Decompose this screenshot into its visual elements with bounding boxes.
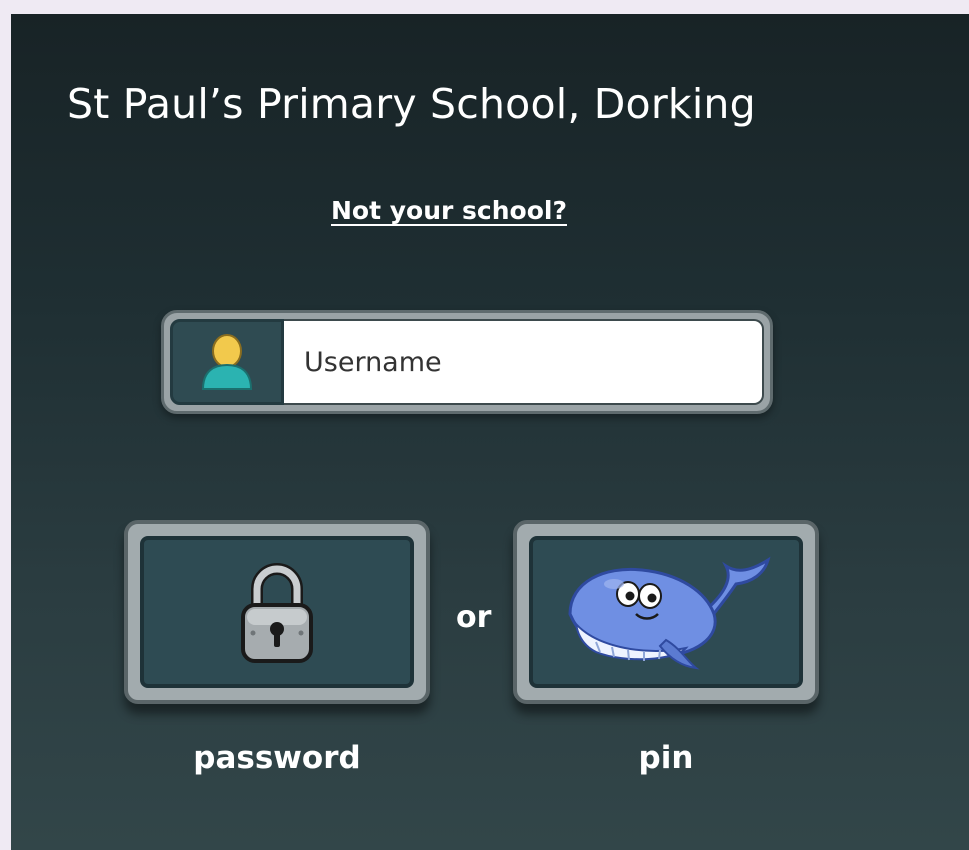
not-your-school-link[interactable]: Not your school? [331, 196, 567, 225]
login-panel: St Paul’s Primary School, Dorking Not yo… [11, 14, 969, 850]
top-strip [0, 0, 969, 14]
pin-button-face [529, 536, 803, 688]
padlock-icon [241, 563, 313, 663]
password-button[interactable] [124, 520, 430, 704]
pin-button[interactable] [513, 520, 819, 704]
pin-label: pin [638, 740, 694, 776]
user-avatar-icon [201, 334, 253, 390]
username-field-group [161, 310, 773, 414]
or-separator: or [456, 600, 492, 635]
user-icon-box [170, 319, 284, 405]
password-button-face [140, 536, 414, 688]
username-input[interactable] [284, 319, 764, 405]
password-label: password [193, 740, 361, 776]
whale-icon [568, 556, 771, 670]
school-title: St Paul’s Primary School, Dorking [67, 80, 756, 128]
